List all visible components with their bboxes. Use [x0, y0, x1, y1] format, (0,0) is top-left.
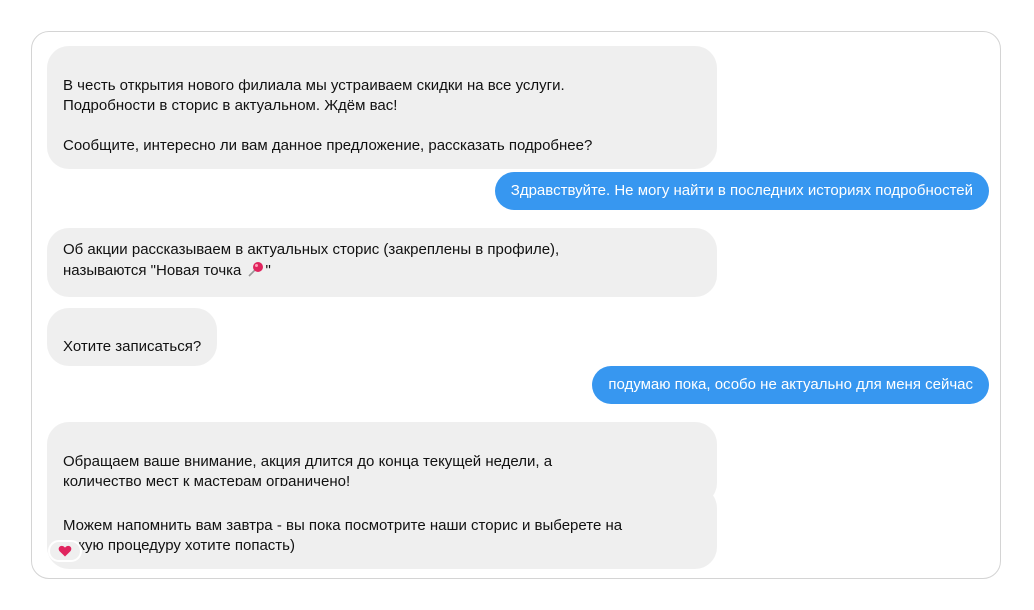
message-incoming[interactable]: Можем напомнить вам завтра - вы пока пос…	[47, 486, 717, 569]
message-text: Можем напомнить вам завтра - вы пока пос…	[63, 517, 623, 554]
message-incoming[interactable]: В честь открытия нового филиала мы устра…	[47, 46, 717, 169]
message-text: Здравствуйте. Не могу найти в последних …	[510, 182, 973, 199]
message-text-tail: "	[265, 262, 271, 279]
message-text: Хотите записаться?	[63, 338, 202, 355]
message-text: Об акции рассказываем в актуальных стори…	[63, 241, 560, 279]
message-text: подумаю пока, особо не актуально для мен…	[608, 376, 973, 393]
message-reaction[interactable]	[48, 540, 82, 562]
message-text: В честь открытия нового филиала мы устра…	[63, 77, 593, 154]
message-outgoing[interactable]: Здравствуйте. Не могу найти в последних …	[494, 172, 989, 210]
message-text: Обращаем ваше внимание, акция длится до …	[63, 453, 553, 490]
message-incoming[interactable]: Хотите записаться?	[47, 308, 218, 366]
heart-icon	[58, 545, 72, 557]
round-pushpin-icon	[247, 260, 265, 284]
message-incoming[interactable]: Об акции рассказываем в актуальных стори…	[47, 228, 717, 297]
message-outgoing[interactable]: подумаю пока, особо не актуально для мен…	[592, 366, 989, 404]
